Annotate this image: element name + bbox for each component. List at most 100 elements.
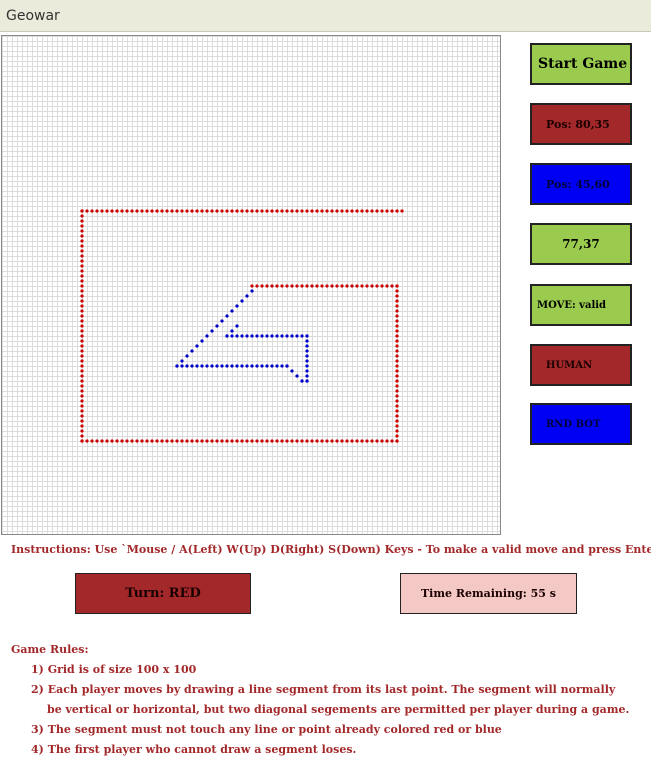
red-path-dot <box>330 284 334 288</box>
red-path-dot <box>80 389 84 393</box>
blue-path-dot <box>305 379 309 383</box>
red-path-dot <box>385 439 389 443</box>
red-path-dot <box>80 329 84 333</box>
red-path-dot <box>260 439 264 443</box>
red-path-dot <box>400 209 404 213</box>
blue-path-dot <box>230 334 234 338</box>
red-path-dot <box>395 429 399 433</box>
red-path-dot <box>160 439 164 443</box>
blue-path-dot <box>255 364 259 368</box>
red-path-dot <box>200 439 204 443</box>
red-path-dot <box>285 209 289 213</box>
red-path-dot <box>80 354 84 358</box>
red-path-dot <box>345 439 349 443</box>
start-game-button[interactable]: Start Game <box>530 43 632 85</box>
rule-item: 4) The first player who cannot draw a se… <box>31 743 357 756</box>
blue-path-dot <box>295 374 299 378</box>
red-path-dot <box>385 209 389 213</box>
time-remaining: Time Remaining: 55 s <box>400 573 577 614</box>
red-path-dot <box>375 439 379 443</box>
red-path-dot <box>395 409 399 413</box>
red-path-dot <box>395 314 399 318</box>
red-path-dot <box>350 284 354 288</box>
red-path-dot <box>80 334 84 338</box>
red-path-dot <box>80 404 84 408</box>
blue-path-dot <box>175 364 179 368</box>
red-path-dot <box>265 284 269 288</box>
red-path-dot <box>240 439 244 443</box>
red-path-dot <box>80 439 84 443</box>
red-path-dot <box>395 414 399 418</box>
red-path-dot <box>395 374 399 378</box>
red-path-dot <box>365 439 369 443</box>
red-path-dot <box>330 209 334 213</box>
red-path-dot <box>395 294 399 298</box>
red-path-dot <box>370 284 374 288</box>
red-path-dot <box>80 434 84 438</box>
red-path-dot <box>90 209 94 213</box>
red-path-dot <box>80 339 84 343</box>
app-title: Geowar <box>6 8 60 24</box>
cursor-coordinate-display: 77,37 <box>530 223 632 265</box>
blue-path-dot <box>225 364 229 368</box>
red-path-dot <box>190 209 194 213</box>
red-path-dot <box>155 439 159 443</box>
red-path-dot <box>170 209 174 213</box>
blue-path-dot <box>280 334 284 338</box>
red-path-dot <box>180 439 184 443</box>
red-path-dot <box>345 209 349 213</box>
red-path-dot <box>80 224 84 228</box>
red-path-dot <box>250 209 254 213</box>
red-path-dot <box>375 284 379 288</box>
blue-path-dot <box>245 294 249 298</box>
board-canvas[interactable] <box>2 36 502 536</box>
red-path-dot <box>275 209 279 213</box>
blue-path-dot <box>210 364 214 368</box>
red-path-dot <box>395 379 399 383</box>
red-path-dot <box>140 209 144 213</box>
blue-path-dot <box>225 314 229 318</box>
blue-path-dot <box>305 344 309 348</box>
blue-path-dot <box>225 334 229 338</box>
red-path-dot <box>220 439 224 443</box>
red-path-dot <box>180 209 184 213</box>
blue-path-dot <box>230 329 234 333</box>
blue-path-dot <box>295 334 299 338</box>
red-path-dot <box>295 209 299 213</box>
red-path-dot <box>360 439 364 443</box>
red-path-dot <box>115 209 119 213</box>
blue-path-dot <box>235 324 239 328</box>
red-path-dot <box>370 439 374 443</box>
red-path-dot <box>395 369 399 373</box>
blue-path-dot <box>200 339 204 343</box>
red-path-dot <box>315 209 319 213</box>
blue-path-dot <box>285 334 289 338</box>
red-path-dot <box>355 209 359 213</box>
red-path-dot <box>80 254 84 258</box>
blue-path-dot <box>240 364 244 368</box>
blue-path-dot <box>240 299 244 303</box>
red-path-dot <box>395 354 399 358</box>
red-path-dot <box>185 209 189 213</box>
red-path-dot <box>80 399 84 403</box>
red-path-dot <box>80 229 84 233</box>
red-path-dot <box>395 324 399 328</box>
blue-path-dot <box>275 334 279 338</box>
rule-item: be vertical or horizontal, but two diago… <box>47 703 630 716</box>
red-path-dot <box>395 364 399 368</box>
red-path-dot <box>385 284 389 288</box>
red-path-dot <box>195 209 199 213</box>
red-path-dot <box>90 439 94 443</box>
red-path-dot <box>380 209 384 213</box>
red-path-dot <box>395 309 399 313</box>
red-path-dot <box>100 209 104 213</box>
red-path-dot <box>310 439 314 443</box>
red-path-dot <box>325 209 329 213</box>
red-path-dot <box>80 294 84 298</box>
red-path-dot <box>110 439 114 443</box>
red-path-dot <box>310 209 314 213</box>
red-path-dot <box>305 284 309 288</box>
turn-indicator: Turn: RED <box>75 573 251 614</box>
blue-path-dot <box>305 364 309 368</box>
game-board[interactable] <box>1 35 501 535</box>
